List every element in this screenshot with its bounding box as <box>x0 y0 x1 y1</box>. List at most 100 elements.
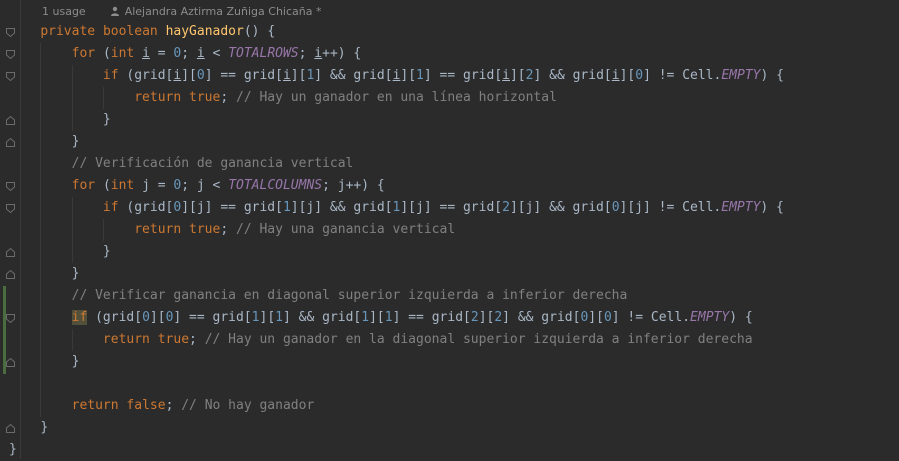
indent-guide <box>103 87 104 109</box>
code-token: ][ <box>588 310 604 325</box>
code-line[interactable]: if (grid[i][0] == grid[i][1] && grid[i][… <box>9 65 784 87</box>
code-token: return <box>71 398 127 413</box>
author-hint[interactable]: Alejandra Aztirma Zuñiga Chicaña * <box>125 5 322 18</box>
code-line[interactable]: for (int j = 0; j < TOTALCOLUMNS; j++) { <box>9 175 385 197</box>
code-token: ][j] && grid[ <box>509 200 612 215</box>
code-token: ; j++) { <box>322 178 385 193</box>
code-token: () { <box>243 24 276 39</box>
code-token: // Hay una ganancia vertical <box>236 222 456 237</box>
code-token: ][ <box>369 310 385 325</box>
code-token: return <box>102 332 158 347</box>
code-token: for <box>71 178 103 193</box>
code-token: 1 <box>275 310 283 325</box>
code-token: ] && grid[ <box>533 68 612 83</box>
fold-collapse-icon[interactable] <box>6 72 15 81</box>
code-token: // Verificar ganancia en diagonal superi… <box>71 288 628 303</box>
code-token: i <box>196 46 205 61</box>
code-token: ) { <box>760 200 784 215</box>
code-token: ; <box>165 398 182 413</box>
fold-collapse-icon[interactable] <box>6 314 15 323</box>
code-token: 1 <box>361 310 370 325</box>
indent-guide <box>72 197 73 263</box>
code-vision-hint[interactable]: 1 usage Alejandra Aztirma Zuñiga Chicaña… <box>42 2 321 20</box>
code-token: ] == grid[ <box>173 310 252 325</box>
fold-collapse-icon[interactable] <box>6 182 15 191</box>
code-token: 0 <box>635 68 644 83</box>
code-token: if <box>102 68 127 83</box>
code-token: 2 <box>494 310 503 325</box>
fold-end-icon[interactable] <box>6 424 15 433</box>
code-token: ; <box>220 222 236 237</box>
fold-collapse-icon[interactable] <box>6 50 15 59</box>
code-token: 1 <box>416 68 424 83</box>
code-token: // Verificación de ganancia vertical <box>71 156 354 171</box>
code-token: if <box>102 200 127 215</box>
code-token: true <box>189 90 221 105</box>
code-token: ][j] != Cell. <box>619 200 722 215</box>
fold-collapse-icon[interactable] <box>6 204 15 213</box>
code-line[interactable]: return true; // Hay un ganador en la dia… <box>9 329 753 351</box>
code-token: j = <box>142 178 174 193</box>
code-token: ( <box>102 46 111 61</box>
code-token: int <box>110 46 143 61</box>
usages-hint[interactable]: 1 usage <box>42 5 86 18</box>
code-line[interactable]: // Verificar ganancia en diagonal superi… <box>9 285 628 307</box>
code-line[interactable]: // Verificación de ganancia vertical <box>9 153 354 175</box>
code-token: ] != Cell. <box>643 68 722 83</box>
code-line[interactable]: } <box>9 351 80 373</box>
code-line[interactable]: for (int i = 0; i < TOTALROWS; i++) { <box>9 43 362 65</box>
code-token: < <box>204 46 229 61</box>
code-line[interactable]: if (grid[0][0] == grid[1][1] && grid[1][… <box>9 307 753 329</box>
code-token: } <box>71 354 80 369</box>
code-token: // Hay un ganador en una línea horizonta… <box>236 90 557 105</box>
code-token: TOTALROWS <box>228 46 299 61</box>
code-line[interactable]: return false; // No hay ganador <box>9 395 315 417</box>
code-token: hayGanador <box>165 24 244 39</box>
author-icon <box>110 6 120 16</box>
code-token: } <box>40 420 49 435</box>
fold-end-icon[interactable] <box>6 116 15 125</box>
code-token: ] == grid[ <box>204 68 283 83</box>
code-token: 0 <box>142 310 150 325</box>
code-token: ] != Cell. <box>611 310 691 325</box>
code-token: i <box>142 46 150 61</box>
code-token: ][ <box>259 310 276 325</box>
code-token: ][ <box>619 68 636 83</box>
code-token: 0 <box>611 200 620 215</box>
code-line[interactable]: return true; // Hay una ganancia vertica… <box>9 219 455 241</box>
code-line[interactable]: if (grid[0][j] == grid[1][j] && grid[1][… <box>9 197 784 219</box>
indent-guide <box>103 219 104 241</box>
code-line[interactable]: } <box>9 439 17 461</box>
code-token: ] && grid[ <box>314 68 393 83</box>
code-line[interactable]: } <box>9 241 111 263</box>
code-token: false <box>126 398 166 413</box>
code-token: ][ <box>149 310 166 325</box>
code-token: ] && grid[ <box>502 310 581 325</box>
code-token: if <box>71 310 88 325</box>
code-token: i <box>282 68 291 83</box>
fold-end-icon[interactable] <box>6 358 15 367</box>
fold-end-icon[interactable] <box>6 270 15 279</box>
code-token: 1 <box>384 310 393 325</box>
code-token: boolean <box>102 24 166 39</box>
indent-guide <box>72 65 73 131</box>
fold-collapse-icon[interactable] <box>6 28 15 37</box>
code-line[interactable]: } <box>9 109 111 131</box>
code-token: TOTALCOLUMNS <box>228 178 323 193</box>
code-token: i <box>611 68 620 83</box>
code-token: // Hay un ganador en la diagonal superio… <box>204 332 753 347</box>
code-token: } <box>71 134 80 149</box>
code-line[interactable]: return true; // Hay un ganador en una lí… <box>9 87 557 109</box>
code-token: } <box>9 442 17 457</box>
code-token: ][ <box>181 68 197 83</box>
code-token: ; <box>189 332 205 347</box>
fold-end-icon[interactable] <box>6 248 15 257</box>
code-line[interactable]: private boolean hayGanador() { <box>9 21 275 43</box>
fold-end-icon[interactable] <box>6 138 15 147</box>
code-line[interactable]: } <box>9 131 80 153</box>
code-token: 0 <box>196 68 205 83</box>
code-token: 2 <box>502 200 510 215</box>
code-editor[interactable]: 1 usage Alejandra Aztirma Zuñiga Chicaña… <box>9 0 899 459</box>
code-token: int <box>110 178 143 193</box>
code-line[interactable]: } <box>9 263 80 285</box>
